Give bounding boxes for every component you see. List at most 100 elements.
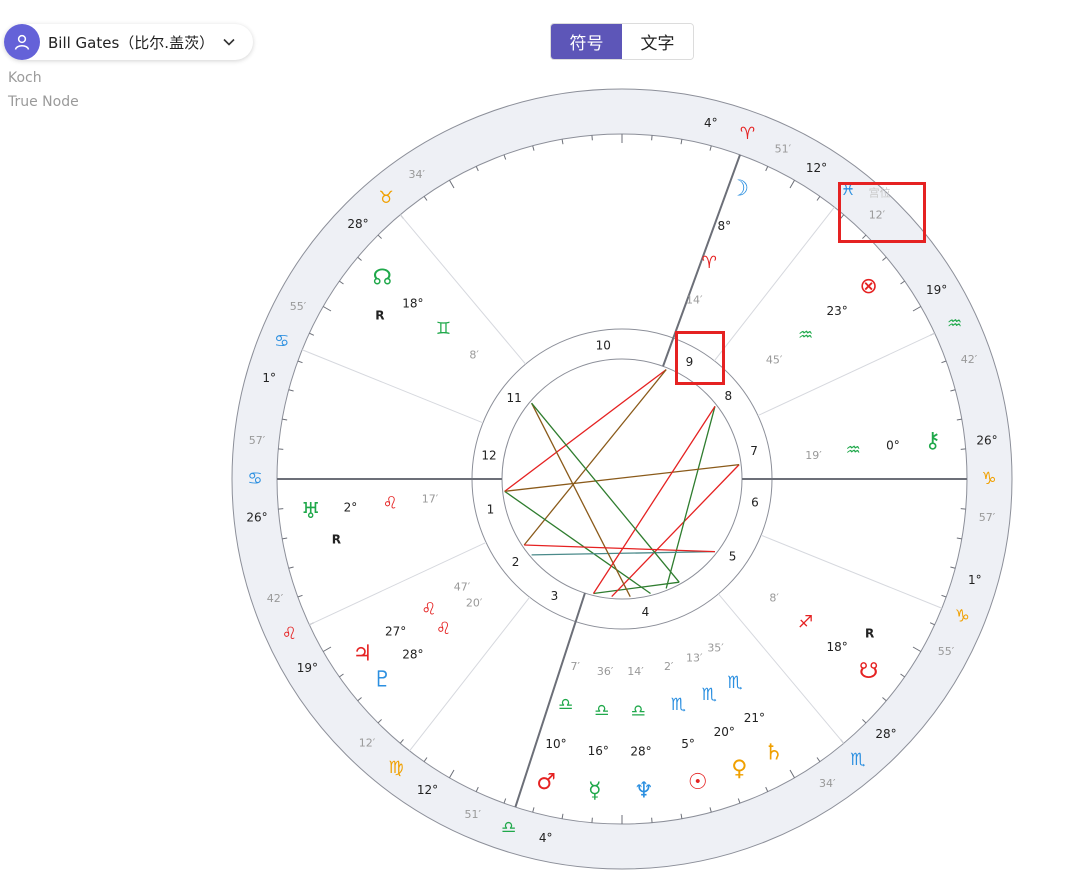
cusp-minute: 57′ [979, 511, 996, 524]
cusp-minute: 55′ [938, 645, 955, 658]
planet-minute: 45′ [766, 354, 783, 367]
planet-degree: 28° [630, 744, 651, 758]
planet-degree: 18° [402, 297, 423, 311]
cusp-degree: 28° [875, 727, 896, 741]
house-number-1: 1 [487, 502, 495, 516]
cusp-degree: 4° [704, 116, 718, 130]
cusp-minute: 34′ [819, 777, 836, 790]
south-node-glyph: ☋ [859, 659, 879, 684]
planet-degree: 21° [744, 711, 765, 725]
cusp-minute: 57′ [249, 434, 266, 447]
cusp-sign-libra-glyph: ♎ [501, 818, 516, 838]
mercury-glyph: ☿ [588, 778, 602, 803]
planet-degree: 16° [588, 744, 609, 758]
cusp-minute: 55′ [290, 300, 307, 313]
planet-minute: 36′ [597, 665, 614, 678]
planet-sign: ♎ [558, 695, 573, 715]
cusp-sign-taurus-glyph: ♉ [378, 188, 393, 208]
house-number-8: 8 [725, 389, 733, 403]
moon-glyph: ☽ [729, 176, 749, 201]
planet-minute: 14′ [627, 665, 644, 678]
natal-chart-wheel: 12345678910111226°♋57′19°♌42′12°♍12′4°♎5… [231, 88, 1013, 870]
cusp-sign-cancer-glyph: ♋ [274, 332, 289, 352]
cusp-minute: 12′ [359, 736, 376, 749]
house-number-6: 6 [751, 495, 759, 509]
cusp-degree: 28° [347, 217, 368, 231]
cusp-minute: 51′ [775, 143, 792, 156]
highlight-box-house-9 [675, 331, 725, 385]
planet-sign: ♊ [436, 319, 451, 339]
highlight-box-pisces-cusp [838, 182, 926, 243]
planet-degree: 10° [545, 737, 566, 751]
sun-glyph: ☉ [688, 770, 708, 795]
cusp-degree: 4° [539, 831, 553, 845]
pluto-glyph: ♇ [372, 668, 392, 693]
planet-degree: 27° [385, 625, 406, 639]
planet-degree: 28° [402, 647, 423, 661]
planet-sign: ♎ [631, 701, 646, 721]
cusp-sign-virgo-glyph: ♍ [388, 758, 403, 778]
cusp-minute: 42′ [267, 592, 284, 605]
house-number-3: 3 [551, 589, 559, 603]
house-number-5: 5 [729, 549, 737, 563]
saturn-glyph: ♄ [764, 740, 784, 765]
planet-sign: ♌ [383, 493, 398, 513]
planet-degree: 0° [886, 439, 900, 453]
planet-sign: ♈ [702, 253, 717, 273]
planet-sign: ♒ [846, 441, 861, 461]
planet-sign: ♏ [727, 673, 742, 693]
planet-minute: 8′ [469, 348, 479, 361]
venus-glyph: ♀ [731, 757, 747, 782]
cusp-minute: 51′ [464, 808, 481, 821]
uranus-glyph: ♅ [301, 499, 321, 524]
house-number-2: 2 [512, 555, 520, 569]
planet-minute: 8′ [769, 591, 779, 604]
planet-sign: ♒ [798, 326, 813, 346]
planet-sign: ♌ [421, 599, 436, 619]
house-number-7: 7 [750, 444, 758, 458]
planet-degree: 5° [681, 737, 695, 751]
planet-degree: 23° [826, 304, 847, 318]
house-number-10: 10 [596, 338, 611, 352]
mars-glyph: ♂ [536, 770, 556, 795]
planet-sign: ♌ [436, 619, 451, 639]
cusp-degree: 19° [926, 283, 947, 297]
planet-degree: 2° [344, 501, 358, 515]
cusp-sign-cancer-glyph: ♋ [247, 469, 262, 489]
cusp-degree: 12° [417, 783, 438, 797]
house-number-12: 12 [481, 449, 496, 463]
retrograde-marker: R [375, 309, 384, 323]
cusp-sign-aquarius-glyph: ♒ [947, 314, 962, 334]
planet-sign: ♏ [671, 695, 686, 715]
planet-minute: 7′ [571, 660, 581, 673]
cusp-degree: 12° [806, 161, 827, 175]
neptune-glyph: ♆ [634, 779, 654, 804]
aspect-ring [501, 358, 743, 600]
cusp-sign-capricorn-glyph: ♑ [981, 469, 996, 489]
retrograde-marker: R [332, 533, 341, 547]
cusp-degree: 1° [968, 573, 982, 587]
cusp-sign-capricorn-glyph: ♑ [955, 606, 970, 626]
cusp-minute: 42′ [961, 353, 978, 366]
cusp-sign-leo-glyph: ♌ [282, 624, 297, 644]
cusp-degree: 26° [976, 434, 997, 448]
planet-minute: 19′ [805, 449, 822, 462]
planet-sign: ♐ [798, 612, 813, 632]
planet-minute: 20′ [466, 597, 483, 610]
jupiter-glyph: ♃ [353, 642, 373, 667]
planet-minute: 35′ [707, 641, 724, 654]
planet-minute: 17′ [422, 493, 439, 506]
house-number-11: 11 [507, 391, 522, 405]
planet-sign: ♏ [702, 685, 717, 705]
retrograde-marker: R [865, 627, 874, 641]
planet-degree: 8° [717, 219, 731, 233]
cusp-degree: 19° [297, 661, 318, 675]
planet-minute: 14′ [686, 294, 703, 307]
planet-minute: 13′ [686, 651, 703, 664]
north-node-glyph: ☊ [372, 265, 392, 290]
cusp-minute: 34′ [409, 168, 426, 181]
planet-degree: 20° [714, 725, 735, 739]
cusp-sign-aries-glyph: ♈ [740, 124, 755, 144]
house-number-4: 4 [642, 605, 650, 619]
cusp-sign-scorpio-glyph: ♏ [850, 750, 865, 770]
